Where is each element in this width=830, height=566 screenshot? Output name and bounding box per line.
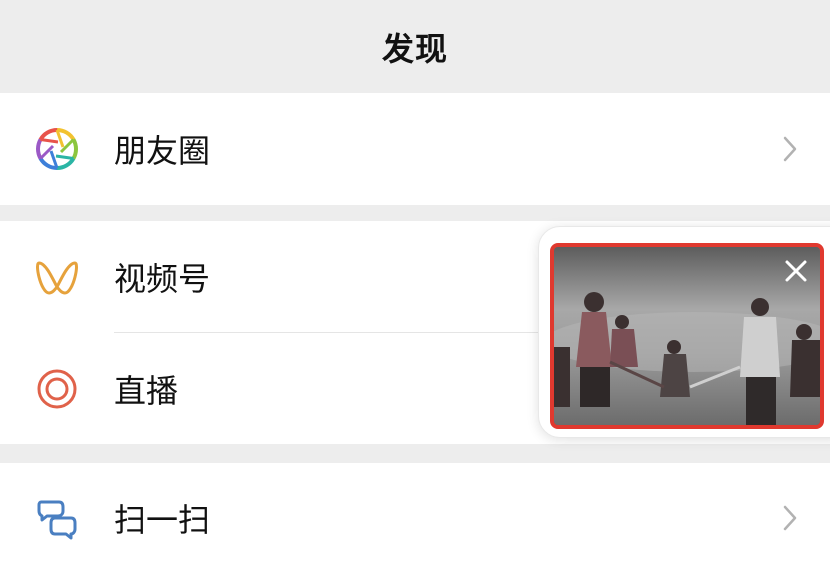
- live-label: 直播: [114, 372, 179, 410]
- channels-label: 视频号: [114, 260, 211, 298]
- top-bar: 发现: [0, 0, 830, 93]
- page-title: 发现: [381, 29, 448, 68]
- video-frame: [554, 247, 820, 425]
- moments-row[interactable]: 朋友圈: [0, 93, 830, 205]
- moments-label: 朋友圈: [114, 132, 211, 170]
- close-icon[interactable]: [782, 257, 810, 285]
- chevron-right-icon: [783, 505, 797, 531]
- scan-label: 扫一扫: [114, 501, 211, 539]
- floating-video-player[interactable]: [550, 243, 824, 429]
- moments-aperture-icon: [34, 126, 80, 172]
- moments-group: 朋友圈: [0, 93, 830, 205]
- chevron-right-icon: [783, 136, 797, 162]
- scan-row[interactable]: 扫一扫: [0, 463, 830, 566]
- scan-icon: [34, 495, 80, 541]
- live-ring-icon: [34, 366, 80, 412]
- discover-screen: 发现 朋友圈 视频号 直播 扫一扫: [0, 0, 830, 566]
- channels-butterfly-icon: [34, 254, 80, 300]
- scan-group: 扫一扫: [0, 463, 830, 566]
